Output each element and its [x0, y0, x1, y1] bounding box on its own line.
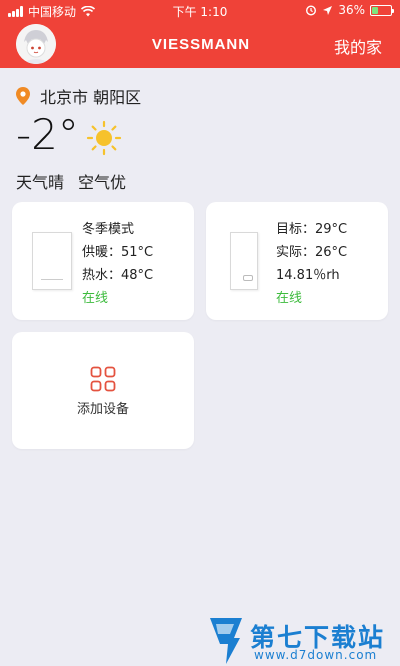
battery-percent: 36%: [338, 3, 365, 17]
hot-water-temp: 热水：48°C: [82, 268, 154, 283]
actual-temp: 实际：26°C: [276, 245, 348, 260]
add-device-card[interactable]: 添加设备: [12, 332, 194, 449]
battery-fill: [372, 6, 379, 14]
device-card-boiler[interactable]: 冬季模式 供暖：51°C 热水：48°C 在线: [12, 202, 194, 320]
heating-temp: 供暖：51°C: [82, 245, 154, 260]
status-bar: 中国移动 下午 1:10 36%: [0, 0, 400, 22]
device-mode: 冬季模式: [82, 222, 135, 237]
location-pin-icon: [16, 87, 30, 105]
app-header: 中国移动 下午 1:10 36% VIESSMANN 我的家: [0, 0, 400, 68]
avatar[interactable]: [16, 24, 56, 64]
sun-icon: [86, 120, 122, 156]
avatar-image: [16, 24, 56, 64]
watermark: 第七下载站 www.d7down.com: [204, 614, 400, 666]
brand-logo: VIESSMANN: [150, 36, 252, 53]
alarm-icon: [306, 5, 317, 16]
location-text: 北京市 朝阳区: [40, 88, 142, 107]
device-status: 在线: [276, 291, 303, 306]
location-row[interactable]: 北京市 朝阳区: [16, 84, 141, 108]
device-status: 在线: [82, 291, 109, 306]
location-arrow-icon: [323, 5, 333, 15]
temperature: -2°: [16, 110, 79, 159]
air-quality: 空气优: [78, 173, 127, 192]
grid-add-icon: [90, 366, 116, 392]
status-right: 36%: [305, 3, 394, 17]
thermostat-image: [230, 232, 258, 290]
boiler-image: [32, 232, 72, 290]
target-temp: 目标：29°C: [276, 222, 348, 237]
weather-condition: 天气晴: [16, 173, 65, 192]
brand-text: VIESSMANN: [151, 36, 251, 53]
weather-description: 天气晴 空气优: [16, 169, 126, 193]
device-info: 目标：29°C 实际：26°C 14.81％rh 在线: [276, 218, 347, 310]
watermark-logo-icon: [210, 618, 242, 664]
add-device-label: 添加设备: [76, 402, 129, 417]
device-card-thermostat[interactable]: 目标：29°C 实际：26°C 14.81％rh 在线: [206, 202, 388, 320]
device-info: 冬季模式 供暖：51°C 热水：48°C 在线: [82, 218, 153, 310]
battery-icon: [370, 4, 394, 16]
watermark-url: www.d7down.com: [254, 648, 378, 662]
my-home-button[interactable]: 我的家: [334, 34, 382, 58]
humidity: 14.81％rh: [276, 268, 340, 283]
